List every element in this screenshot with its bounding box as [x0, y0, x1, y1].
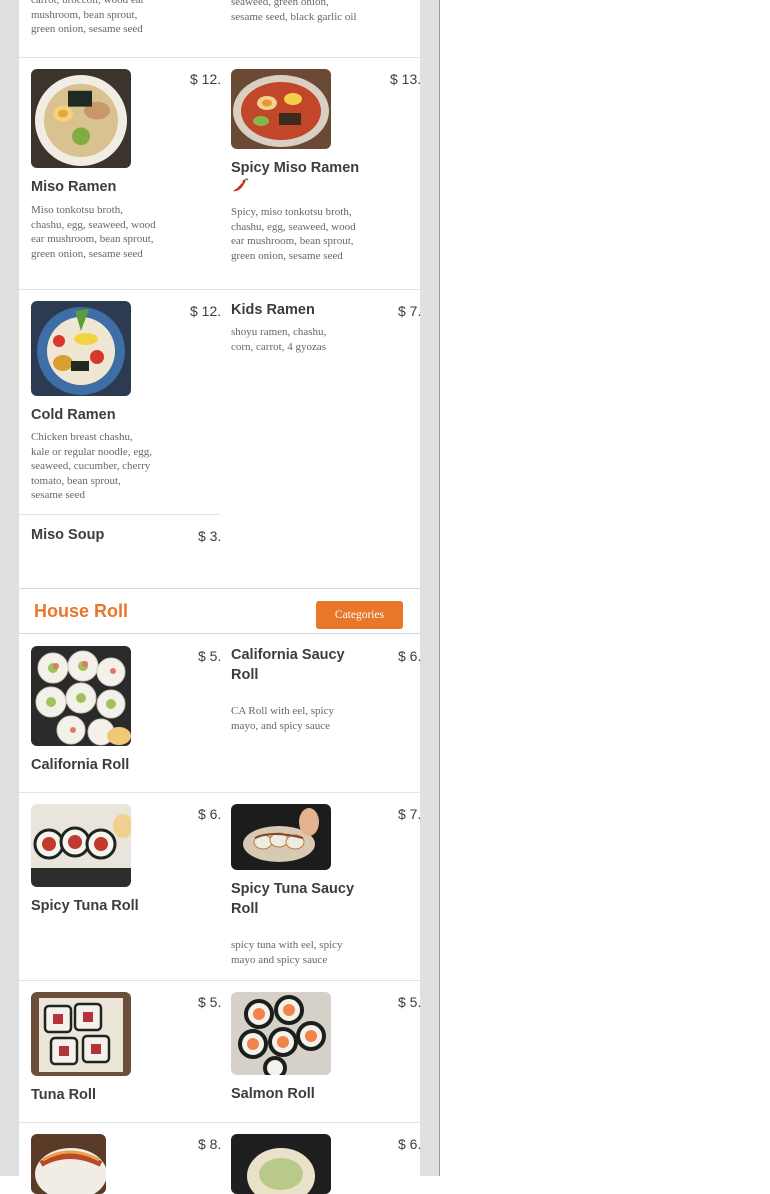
- chili-pepper-icon: [231, 178, 249, 194]
- item-price: $ 7.: [398, 806, 422, 822]
- item-price: $ 6.: [398, 648, 422, 664]
- menu-item-miso-soup[interactable]: Miso Soup: [31, 525, 220, 555]
- item-name: California Saucy Roll: [231, 647, 345, 683]
- item-description: Miso tonkotsu broth, chashu, egg, seawee…: [31, 204, 156, 260]
- cold-ramen-photo: [31, 301, 131, 396]
- item-price: $ 8.: [198, 1136, 222, 1152]
- item-name: Salmon Roll: [231, 1086, 315, 1102]
- row-divider: [19, 289, 420, 290]
- menu-item-tuna-roll[interactable]: Tuna Roll: [31, 992, 220, 1112]
- scroll-divider: [439, 0, 440, 1176]
- row-divider: [19, 980, 420, 981]
- item-price: $ 13.: [390, 71, 422, 87]
- item-description: spicy tuna with eel, spicy mayo and spic…: [231, 939, 343, 966]
- categories-button[interactable]: Categories: [316, 601, 403, 629]
- row-divider: [19, 1122, 420, 1123]
- item-name: Kids Ramen: [231, 302, 315, 318]
- item-description: Spicy, miso tonkotsu broth, chashu, egg,…: [231, 206, 356, 262]
- right-gutter: [420, 0, 440, 1176]
- miso-ramen-photo: [31, 69, 131, 168]
- california-roll-photo: [31, 646, 131, 746]
- menu-item-california-saucy-roll[interactable]: California Saucy Roll CA Roll with eel, …: [231, 645, 420, 745]
- row-divider: [19, 792, 420, 793]
- item-description: carrot, broccoli, wood ear mushroom, bea…: [31, 0, 145, 35]
- item-price: $ 12.: [190, 71, 222, 87]
- menu-panel: carrot, broccoli, wood ear mushroom, bea…: [19, 0, 422, 1194]
- menu-item-california-roll[interactable]: California Roll: [31, 646, 220, 781]
- item-price: $ 5.: [198, 648, 222, 664]
- item-name: Tuna Roll: [31, 1087, 96, 1103]
- item-name: Spicy Tuna Roll: [31, 898, 139, 914]
- item-name: Spicy Tuna Saucy Roll: [231, 881, 355, 917]
- spicy-tuna-saucy-roll-photo: [231, 804, 331, 870]
- item-price: $ 6.: [398, 1136, 422, 1152]
- item-price: $ 6.: [198, 806, 222, 822]
- roll-photo: [31, 1134, 106, 1194]
- item-description: Chicken breast chashu, kale or regular n…: [31, 431, 152, 501]
- menu-item-miso-ramen[interactable]: Miso Ramen Miso tonkotsu broth, chashu, …: [31, 69, 220, 279]
- item-price: $ 5.: [398, 994, 422, 1010]
- item-name: Cold Ramen: [31, 407, 116, 423]
- tuna-roll-photo: [31, 992, 131, 1076]
- item-name: Miso Soup: [31, 527, 105, 543]
- menu-item-spicy-tuna-roll[interactable]: Spicy Tuna Roll: [31, 804, 220, 924]
- item-price: $ 12.: [190, 303, 222, 319]
- item-description: shoyu ramen, chashu, corn, carrot, 4 gyo…: [231, 326, 327, 353]
- item-name: California Roll: [31, 757, 130, 773]
- item-name: Spicy Miso Ramen: [231, 160, 360, 176]
- spicy-tuna-roll-photo: [31, 804, 131, 887]
- menu-item[interactable]: [231, 1134, 420, 1194]
- menu-item-salmon-roll[interactable]: Salmon Roll: [231, 992, 420, 1112]
- menu-item-spicy-miso-ramen[interactable]: Spicy Miso Ramen Spicy, miso tonkotsu br…: [231, 69, 420, 279]
- row-divider: [19, 514, 220, 515]
- left-gutter: [0, 0, 19, 1176]
- roll-photo: [231, 1134, 331, 1194]
- item-price: $ 5.: [198, 994, 222, 1010]
- item-description: seaweed, green onion, sesame seed, black…: [231, 0, 357, 23]
- row-divider: [19, 57, 420, 58]
- item-name: Miso Ramen: [31, 179, 117, 195]
- category-title: House Roll: [34, 601, 129, 621]
- spicy-miso-ramen-photo: [231, 69, 331, 149]
- item-price: $ 3.: [198, 528, 222, 544]
- menu-item-cold-ramen[interactable]: Cold Ramen Chicken breast chashu, kale o…: [31, 301, 220, 506]
- salmon-roll-photo: [231, 992, 331, 1075]
- menu-item-kids-ramen[interactable]: Kids Ramen shoyu ramen, chashu, corn, ca…: [231, 300, 420, 370]
- menu-item[interactable]: [31, 1134, 220, 1194]
- item-description: CA Roll with eel, spicy mayo, and spicy …: [231, 705, 334, 732]
- menu-item-spicy-tuna-saucy-roll[interactable]: Spicy Tuna Saucy Roll spicy tuna with ee…: [231, 804, 420, 974]
- item-price: $ 7.: [398, 303, 422, 319]
- category-header-house-roll: House Roll Categories: [19, 588, 420, 634]
